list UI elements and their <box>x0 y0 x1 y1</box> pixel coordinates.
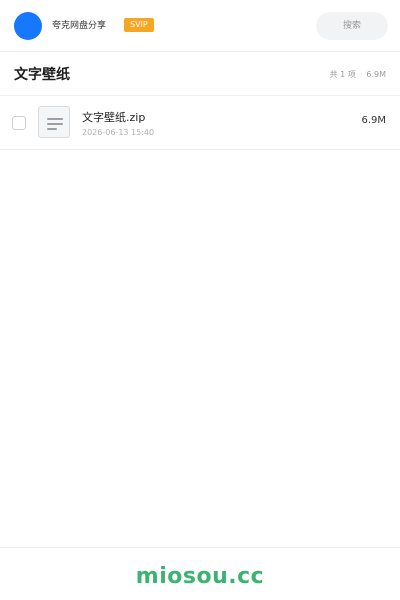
document-icon-line <box>47 128 57 130</box>
page-title: 文字壁纸 <box>14 67 70 83</box>
avatar[interactable] <box>14 12 42 40</box>
file-date: 2026-06-13 15:40 <box>82 128 155 137</box>
brand-watermark: miosou.cc <box>135 564 265 589</box>
file-name[interactable]: 文字壁纸.zip <box>82 111 145 125</box>
document-icon <box>38 106 70 138</box>
file-row[interactable]: 文字壁纸.zip 2026-06-13 15:40 6.9M <box>0 97 400 150</box>
meta-divider: · <box>359 70 363 79</box>
document-icon-line <box>47 123 63 125</box>
file-checkbox[interactable] <box>12 116 26 130</box>
folder-header: 文字壁纸 共 1 项 · 6.9M <box>0 52 400 96</box>
folder-meta: 共 1 项 · 6.9M <box>330 69 386 81</box>
svip-badge: SVIP <box>124 18 154 32</box>
sharer-name: 夸克网盘分享 <box>52 21 107 31</box>
file-size: 6.9M <box>361 115 386 126</box>
top-bar: 夸克网盘分享 SVIP 搜索 <box>0 0 400 52</box>
item-count: 共 1 项 <box>329 70 356 79</box>
document-icon-line <box>47 118 63 120</box>
search-input[interactable]: 搜索 <box>316 12 388 40</box>
footer: miosou.cc <box>0 547 400 600</box>
total-size: 6.9M <box>366 70 386 79</box>
